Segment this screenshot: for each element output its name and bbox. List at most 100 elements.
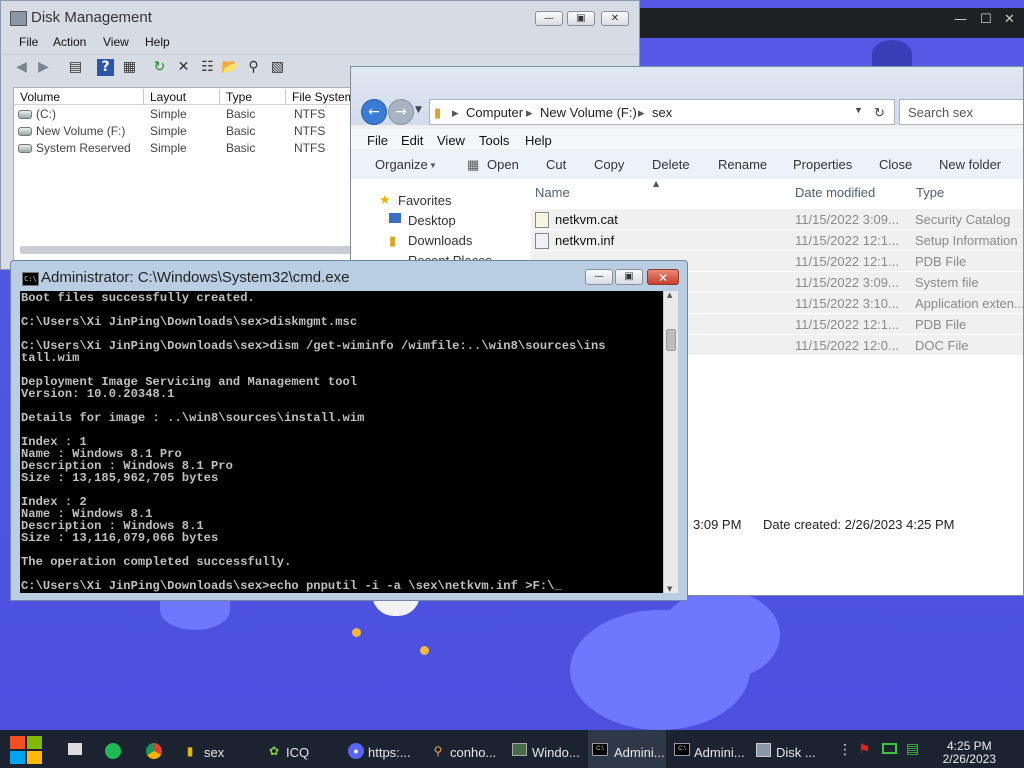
background-dot <box>352 628 361 637</box>
scroll-down-icon[interactable]: ▼ <box>667 585 672 593</box>
taskbar-item-window[interactable]: Windo... <box>508 730 584 768</box>
help-topics-icon[interactable]: ▧ <box>269 59 286 76</box>
details-created: Date created: 2/26/2023 4:25 PM <box>763 517 955 532</box>
refresh-icon[interactable]: ↻ <box>874 105 885 121</box>
close-icon[interactable]: ✕ <box>1004 12 1015 27</box>
taskbar-item-search[interactable]: ⚲ conho... <box>426 730 502 768</box>
close-button[interactable]: Close <box>879 157 912 172</box>
menu-tools[interactable]: Tools <box>479 133 509 148</box>
breadcrumb-separator: ▸ <box>638 105 645 120</box>
file-row[interactable]: netkvm.cat 11/15/2022 3:09... Security C… <box>531 209 1023 229</box>
cut-button[interactable]: Cut <box>546 157 566 172</box>
breadcrumb-computer[interactable]: Computer <box>466 105 523 120</box>
nav-favorites[interactable]: Favorites <box>398 193 451 208</box>
rename-button[interactable]: Rename <box>718 157 767 172</box>
menu-action[interactable]: Action <box>53 35 86 49</box>
background-window-titlebar[interactable]: — ☐ ✕ <box>636 8 1024 38</box>
menu-file[interactable]: File <box>19 35 38 49</box>
overflow-icon[interactable]: ⋮ <box>838 742 852 758</box>
column-type[interactable]: Type <box>916 185 944 200</box>
maximize-icon[interactable]: ☐ <box>980 12 992 27</box>
taskbar-pinned-app[interactable] <box>100 730 126 768</box>
taskbar-pinned-app[interactable] <box>64 730 88 768</box>
new-folder-button[interactable]: New folder <box>939 157 1001 172</box>
breadcrumb-separator: ▸ <box>452 105 459 120</box>
address-bar[interactable]: ▮ ▸ Computer ▸ New Volume (F:) ▸ sex ▼ ↻ <box>429 99 895 125</box>
taskbar-item-disk-management[interactable]: Disk ... <box>752 730 826 768</box>
help-icon[interactable]: ? <box>97 59 114 76</box>
minimize-button[interactable]: — <box>535 11 563 26</box>
file-row[interactable]: netkvm.inf 11/15/2022 12:1... Setup Info… <box>531 230 1023 250</box>
menu-view[interactable]: View <box>437 133 465 148</box>
windows-logo-part <box>27 736 42 749</box>
minimize-icon[interactable]: — <box>954 12 967 27</box>
taskbar: ▮ sex ✿ ICQ ● https:... ⚲ conho... Windo… <box>0 730 1024 768</box>
column-volume[interactable]: Volume <box>14 89 144 105</box>
back-icon[interactable]: ◀ <box>13 59 30 76</box>
properties-button[interactable]: Properties <box>793 157 852 172</box>
catalog-file-icon <box>535 212 549 228</box>
icq-icon: ✿ <box>268 744 280 758</box>
copy-button[interactable]: Copy <box>594 157 624 172</box>
display-icon[interactable]: ▤ <box>906 741 919 757</box>
close-button[interactable]: ✕ <box>647 269 679 285</box>
close-button[interactable]: ✕ <box>601 11 629 26</box>
scroll-thumb[interactable] <box>666 329 676 351</box>
organize-dropdown-icon[interactable]: ▼ <box>429 161 437 170</box>
open-icon[interactable]: 📂 <box>221 59 238 76</box>
taskbar-item-cmd[interactable]: C:\ Admini... <box>670 730 748 768</box>
file-type: Security Catalog <box>915 212 1011 227</box>
taskbar-item-label: Admini... <box>694 745 745 760</box>
refresh-icon[interactable]: ↻ <box>151 59 168 76</box>
delete-icon[interactable]: ✕ <box>175 59 192 76</box>
maximize-button[interactable]: ▣ <box>567 11 595 26</box>
vertical-scrollbar[interactable]: ▲ ▼ <box>664 291 678 593</box>
breadcrumb-volume[interactable]: New Volume (F:) <box>540 105 637 120</box>
start-button[interactable] <box>10 736 42 764</box>
scroll-up-icon[interactable]: ▲ <box>667 291 672 299</box>
menu-file[interactable]: File <box>367 133 388 148</box>
taskbar-item-discord[interactable]: ● https:... <box>344 730 420 768</box>
menu-help[interactable]: Help <box>525 133 552 148</box>
taskbar-item-cmd-active[interactable]: C:\ Admini... <box>588 730 666 768</box>
menu-view[interactable]: View <box>103 35 129 49</box>
maximize-button[interactable]: ▣ <box>615 269 643 285</box>
column-name[interactable]: Name <box>535 185 570 200</box>
recent-pages-icon[interactable]: ▼ <box>415 105 422 115</box>
windows-logo-part <box>27 751 42 764</box>
organize-button[interactable]: Organize <box>375 157 428 172</box>
horizontal-scrollbar[interactable] <box>20 246 360 254</box>
forward-icon[interactable]: ▶ <box>35 59 52 76</box>
file-date: 11/15/2022 12:1... <box>795 317 899 332</box>
search-icon[interactable]: ⚲ <box>245 59 262 76</box>
address-dropdown-icon[interactable]: ▼ <box>854 105 863 115</box>
open-button[interactable]: Open <box>487 157 519 172</box>
chrome-icon <box>146 743 162 759</box>
column-type[interactable]: Type <box>220 89 286 105</box>
taskbar-item-icq[interactable]: ✿ ICQ <box>262 730 338 768</box>
breadcrumb-folder[interactable]: sex <box>652 105 672 120</box>
menu-help[interactable]: Help <box>145 35 170 49</box>
properties-sheet-icon[interactable]: ☷ <box>199 59 216 76</box>
show-hide-icon[interactable]: ▤ <box>67 59 84 76</box>
properties-icon[interactable]: ▦ <box>121 59 138 76</box>
search-input[interactable]: Search sex <box>899 99 1023 125</box>
system-clock[interactable]: 4:25 PM 2/26/2023 <box>943 740 996 766</box>
disk-icon <box>756 743 771 757</box>
taskbar-item-label: sex <box>204 745 225 760</box>
flag-icon[interactable]: ⚑ <box>858 742 871 758</box>
nav-downloads[interactable]: Downloads <box>408 233 472 248</box>
column-date-modified[interactable]: Date modified <box>795 185 875 200</box>
taskbar-item-label: Windo... <box>532 745 580 760</box>
column-layout[interactable]: Layout <box>144 89 220 105</box>
network-icon[interactable] <box>882 743 897 754</box>
back-button[interactable]: ← <box>361 99 387 125</box>
delete-button[interactable]: Delete <box>652 157 690 172</box>
minimize-button[interactable]: — <box>585 269 613 285</box>
nav-desktop[interactable]: Desktop <box>408 213 456 228</box>
taskbar-pinned-app[interactable] <box>140 730 168 768</box>
console-output[interactable]: Boot files successfully created. C:\User… <box>20 291 663 593</box>
menu-edit[interactable]: Edit <box>401 133 423 148</box>
forward-button[interactable]: → <box>388 99 414 125</box>
taskbar-item-sex[interactable]: ▮ sex <box>178 730 256 768</box>
